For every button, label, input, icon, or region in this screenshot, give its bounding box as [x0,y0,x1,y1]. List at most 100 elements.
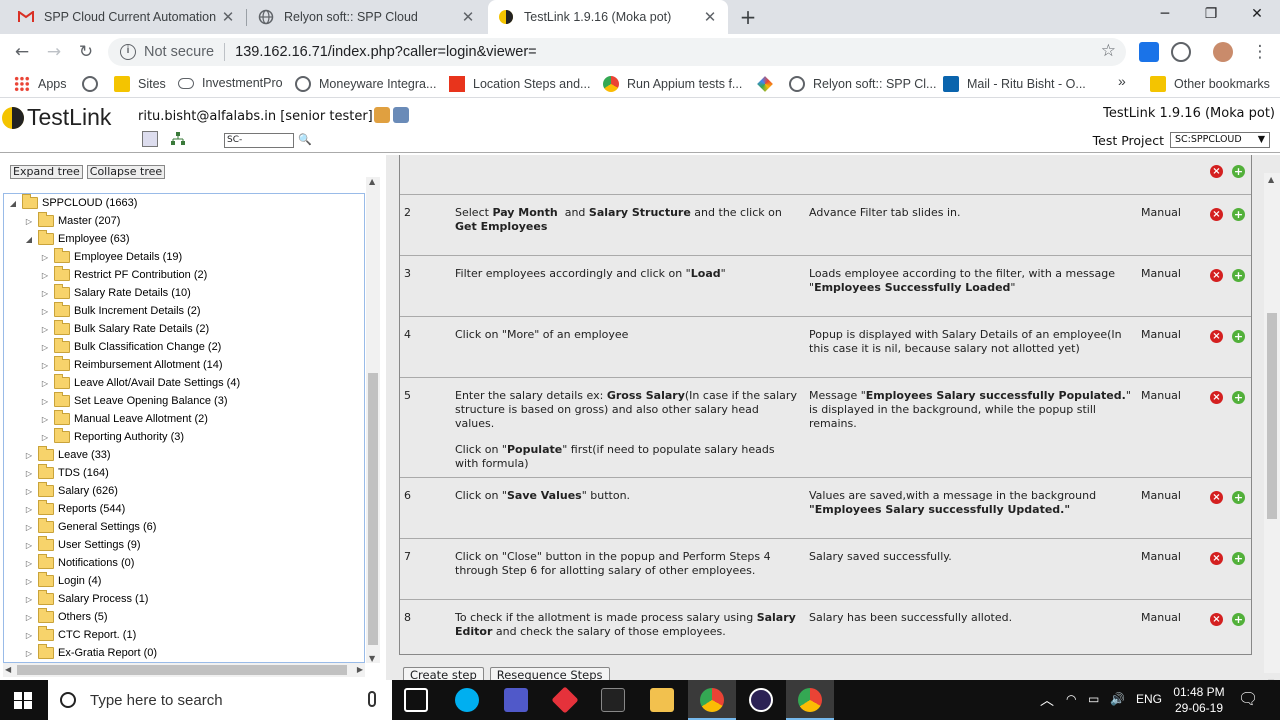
expand-arrow-icon[interactable]: ▷ [24,505,34,514]
add-step-icon[interactable]: + [1232,613,1245,626]
wifi-icon[interactable]: ◠ [1066,692,1076,706]
bookmarks-overflow-button[interactable]: » [1118,73,1126,89]
delete-step-icon[interactable]: × [1210,208,1223,221]
delete-step-icon[interactable]: × [1210,269,1223,282]
add-step-icon[interactable]: + [1232,491,1245,504]
tree-node[interactable]: ▷ Reporting Authority (3) [40,428,184,446]
expand-arrow-icon[interactable]: ▷ [24,469,34,478]
tree-node[interactable]: ▷ CTC Report. (1) [24,626,136,644]
action-center-icon[interactable]: 🗨 [1238,689,1258,709]
scroll-thumb[interactable] [1267,313,1277,519]
windows-start-icon[interactable] [14,692,32,709]
bookmark-relyon[interactable]: Relyon soft:: SPP Cl... [789,76,936,92]
add-step-icon[interactable]: + [1232,269,1245,282]
delete-step-icon[interactable]: × [1210,613,1223,626]
profile-avatar[interactable] [1213,42,1233,62]
sitemap-icon[interactable] [170,131,186,147]
scroll-thumb[interactable] [17,665,347,675]
delete-step-icon[interactable]: × [1210,391,1223,404]
expand-arrow-icon[interactable]: ▷ [40,379,50,388]
expand-arrow-icon[interactable]: ▷ [40,361,50,370]
extension-icon[interactable] [1139,42,1159,62]
bookmark-mail[interactable]: Mail - Ritu Bisht - O... [943,76,1086,92]
tree-node[interactable]: ▷ Set Leave Opening Balance (3) [40,392,228,410]
tree-horizontal-scrollbar[interactable]: ◀ ▶ [3,663,365,677]
close-tab-icon[interactable]: ✕ [220,8,236,26]
expand-arrow-icon[interactable]: ▷ [24,631,34,640]
expand-arrow-icon[interactable]: ▷ [40,289,50,298]
other-bookmarks[interactable]: Other bookmarks [1150,76,1270,92]
close-tab-icon[interactable]: ✕ [460,8,476,26]
address-bar[interactable]: i Not secure 139.162.16.71/index.php?cal… [108,38,1126,66]
expand-arrow-icon[interactable]: ▷ [24,541,34,550]
add-step-icon[interactable]: + [1232,165,1245,178]
scroll-right-icon[interactable]: ▶ [357,665,363,674]
forward-button[interactable]: → [42,40,66,64]
chrome-taskbar-2[interactable] [786,680,834,720]
taskbar-search[interactable]: Type here to search [48,680,392,720]
volume-icon[interactable]: 🔊 [1110,692,1125,706]
tree-node[interactable]: ▷ General Settings (6) [24,518,156,536]
expand-arrow-icon[interactable]: ▷ [40,253,50,262]
bookmark-sites[interactable]: Sites [114,76,166,92]
collapse-tree-button[interactable]: Collapse tree [86,165,166,179]
search-icon[interactable]: 🔍 [298,133,314,149]
language-indicator[interactable]: ENG [1136,692,1162,706]
expand-arrow-icon[interactable]: ▷ [40,343,50,352]
reload-button[interactable]: ↻ [74,40,98,64]
bookmark-globe[interactable] [82,76,106,92]
tree-node[interactable]: ▷ Salary Process (1) [24,590,148,608]
delete-step-icon[interactable]: × [1210,552,1223,565]
system-clock[interactable]: 01:48 PM 29-06-19 [1170,684,1228,716]
testcase-search-input[interactable]: SC- [224,133,294,148]
show-hidden-icons[interactable]: ︿ [1040,690,1054,710]
close-tab-icon[interactable]: ✕ [702,8,718,26]
browser-tab-3-active[interactable]: TestLink 1.9.16 (Moka pot) ✕ [488,0,728,34]
tree-vertical-scrollbar[interactable]: ▲ ▼ [366,177,380,663]
scroll-up-icon[interactable]: ▲ [1268,175,1274,184]
tree-node[interactable]: ▷ Reimbursement Allotment (14) [40,356,223,374]
expand-arrow-icon[interactable]: ▷ [24,613,34,622]
bookmark-location-steps[interactable]: Location Steps and... [449,76,590,92]
project-dropdown[interactable]: SC:SPPCLOUD ▼ [1170,132,1270,148]
expand-arrow-icon[interactable]: ▷ [40,433,50,442]
expand-arrow-icon[interactable]: ▷ [24,523,34,532]
bookmark-star-icon[interactable]: ☆ [1101,41,1116,61]
desktop-icon[interactable] [142,131,158,147]
battery-icon[interactable]: ▭ [1088,692,1099,706]
tree-node[interactable]: ▷ Manual Leave Allotment (2) [40,410,208,428]
expand-arrow-icon[interactable]: ▷ [24,451,34,460]
bookmark-apps[interactable]: Apps [14,76,67,92]
tree-node[interactable]: ◢ Employee (63) [24,230,130,248]
collapse-arrow-icon[interactable]: ◢ [8,199,18,208]
scroll-thumb[interactable] [368,373,378,645]
scroll-down-icon[interactable]: ▼ [369,654,375,663]
add-step-icon[interactable]: + [1232,552,1245,565]
wordpress-icon[interactable] [1171,42,1191,62]
scroll-up-icon[interactable]: ▲ [369,177,375,186]
browser-tab-2[interactable]: Relyon soft:: SPP Cloud ✕ [248,0,486,34]
scroll-left-icon[interactable]: ◀ [5,665,11,674]
personal-settings-icon[interactable] [374,107,390,123]
delete-step-icon[interactable]: × [1210,165,1223,178]
expand-tree-button[interactable]: Expand tree [10,165,83,179]
menu-kebab-icon[interactable]: ⋮ [1248,40,1272,64]
logout-icon[interactable] [393,107,409,123]
delete-step-icon[interactable]: × [1210,330,1223,343]
expand-arrow-icon[interactable]: ▷ [40,397,50,406]
add-step-icon[interactable]: + [1232,330,1245,343]
microphone-icon[interactable] [368,691,376,707]
collapse-arrow-icon[interactable]: ◢ [24,235,34,244]
eclipse-icon[interactable] [749,688,773,712]
bookmark-figma[interactable] [757,76,781,92]
tree-node[interactable]: ▷ Master (207) [24,212,120,230]
tree-node[interactable]: ▷ Restrict PF Contribution (2) [40,266,207,284]
skype-icon[interactable] [455,688,479,712]
anydesk-icon[interactable] [551,686,579,714]
tree-node[interactable]: ▷ Others (5) [24,608,108,626]
file-explorer-icon[interactable] [650,688,674,712]
info-icon[interactable]: i [120,44,136,60]
url-text[interactable]: 139.162.16.71/index.php?caller=login&vie… [235,44,537,60]
tree-node[interactable]: ▷ User Settings (9) [24,536,141,554]
tree-node[interactable]: ▷ Employee Details (19) [40,248,182,266]
